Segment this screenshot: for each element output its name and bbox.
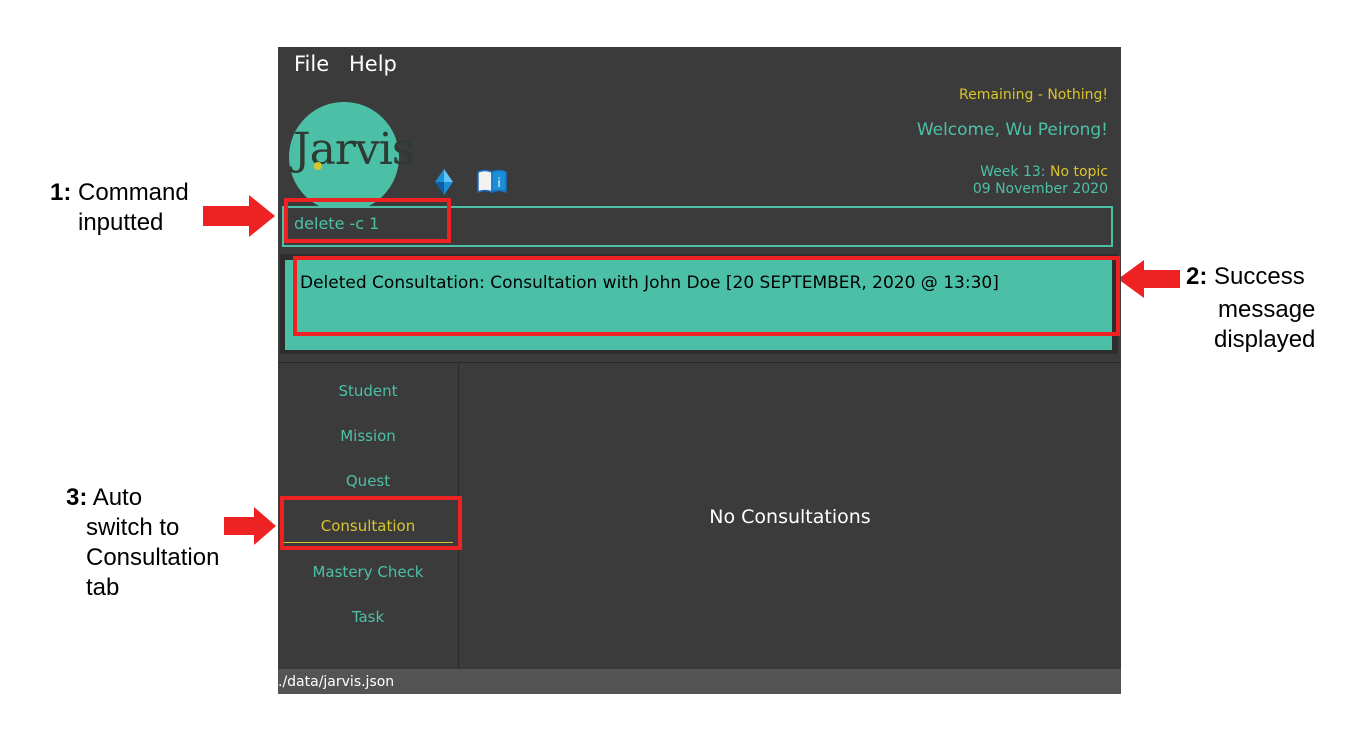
annotation-2: 2: Success [1186,262,1305,292]
jarvis-logo: Jarvis [289,102,414,212]
annotation-2-number: 2: [1186,263,1208,290]
svg-text:i: i [497,176,500,190]
annotation-3-line1: Auto [92,484,143,511]
annotation-3: 3: Auto switch to Consultation tab [66,483,219,603]
annotation-1: 1: Command inputted [50,178,189,238]
tab-task[interactable]: Task [278,608,458,626]
tab-mission[interactable]: Mission [278,427,458,445]
logo-text: Jarvis [293,124,414,175]
welcome-label: Welcome, Wu Peirong! [916,120,1108,140]
arrow-left-icon [1118,260,1180,298]
highlight-result [293,256,1120,336]
menu-file[interactable]: File [294,52,329,76]
annotation-3-line4: tab [86,574,120,601]
tab-quest[interactable]: Quest [278,472,458,490]
highlight-tab [280,496,462,550]
app-window: File Help Jarvis i Remaining - Nothing! … [278,47,1121,694]
annotation-3-line2: switch to [86,514,180,541]
annotation-3-line3: Consultation [86,544,220,571]
annotation-1-number: 1: [50,179,72,206]
arrow-right-icon-2 [224,507,276,545]
date-label: 09 November 2020 [972,181,1108,197]
annotation-1-line1: Command [78,179,189,206]
annotation-2-line2: message [1218,296,1316,323]
logo-dot [314,162,322,170]
remaining-label: Remaining - Nothing! [959,87,1108,103]
annotation-1-line2: inputted [78,209,164,236]
empty-state-text: No Consultations [709,506,871,528]
info-book-icon[interactable]: i [477,169,507,193]
week-topic: No topic [1049,164,1108,180]
status-bar: ./data/jarvis.json [278,669,1121,694]
file-path-status: ./data/jarvis.json [278,674,395,690]
annotation-2-line3: displayed [1214,326,1316,353]
week-prefix: Week 13: [980,164,1050,180]
highlight-command [284,198,451,243]
annotation-2-line1: Success [1214,263,1305,290]
arrow-right-icon [203,195,275,237]
gem-icon[interactable] [435,169,453,195]
annotation-3-number: 3: [66,484,88,511]
consultation-panel: No Consultations [459,363,1121,669]
annotation-2-rest: message displayed [1214,295,1315,355]
menu-help[interactable]: Help [349,52,397,76]
tab-mastery-check[interactable]: Mastery Check [278,563,458,581]
tab-student[interactable]: Student [278,382,458,400]
week-label: Week 13: No topic [980,164,1108,180]
menu-bar: File Help [278,47,1121,81]
